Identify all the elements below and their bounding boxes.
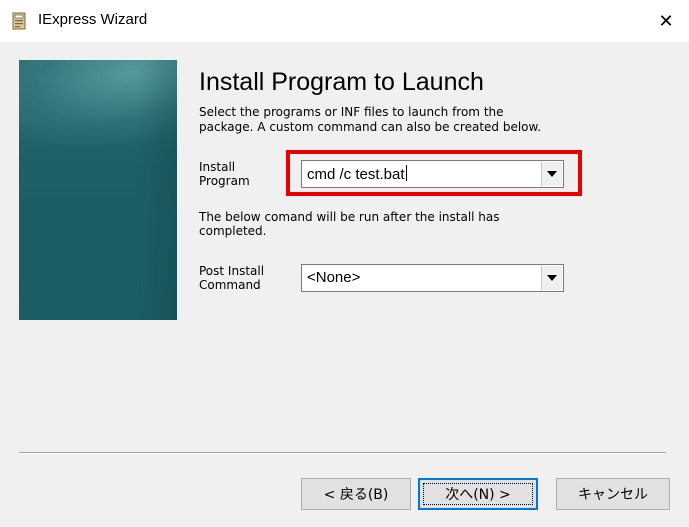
chevron-down-icon bbox=[547, 275, 557, 281]
chevron-down-icon bbox=[547, 171, 557, 177]
post-install-combobox[interactable]: <None> bbox=[301, 264, 564, 292]
close-icon: ✕ bbox=[658, 10, 674, 32]
iexpress-app-icon bbox=[12, 12, 26, 30]
next-button[interactable]: 次へ(N) > bbox=[418, 478, 538, 510]
post-install-note: The below comand will be run after the i… bbox=[199, 210, 500, 238]
install-program-combobox[interactable]: cmd /c test.bat bbox=[301, 160, 564, 188]
title-bar: IExpress Wizard ✕ bbox=[0, 0, 689, 42]
wizard-side-image bbox=[19, 60, 177, 320]
post-install-dropdown-button[interactable] bbox=[541, 266, 562, 290]
footer-divider bbox=[19, 452, 666, 454]
cancel-button[interactable]: キャンセル bbox=[556, 478, 670, 510]
post-install-label: Post Install Command bbox=[199, 264, 265, 292]
install-program-label: Install Program bbox=[199, 160, 250, 188]
back-button[interactable]: < 戻る(B) bbox=[301, 478, 411, 510]
post-install-value: <None> bbox=[307, 269, 361, 286]
install-program-input[interactable]: cmd /c test.bat bbox=[307, 165, 407, 183]
page-heading: Install Program to Launch bbox=[199, 68, 484, 96]
back-button-label: < 戻る(B) bbox=[323, 487, 389, 503]
page-description: Select the programs or INF files to laun… bbox=[199, 105, 542, 134]
close-button[interactable]: ✕ bbox=[643, 0, 689, 42]
window-title: IExpress Wizard bbox=[38, 11, 148, 28]
cancel-button-label: キャンセル bbox=[578, 487, 648, 503]
install-program-dropdown-button[interactable] bbox=[541, 162, 562, 186]
